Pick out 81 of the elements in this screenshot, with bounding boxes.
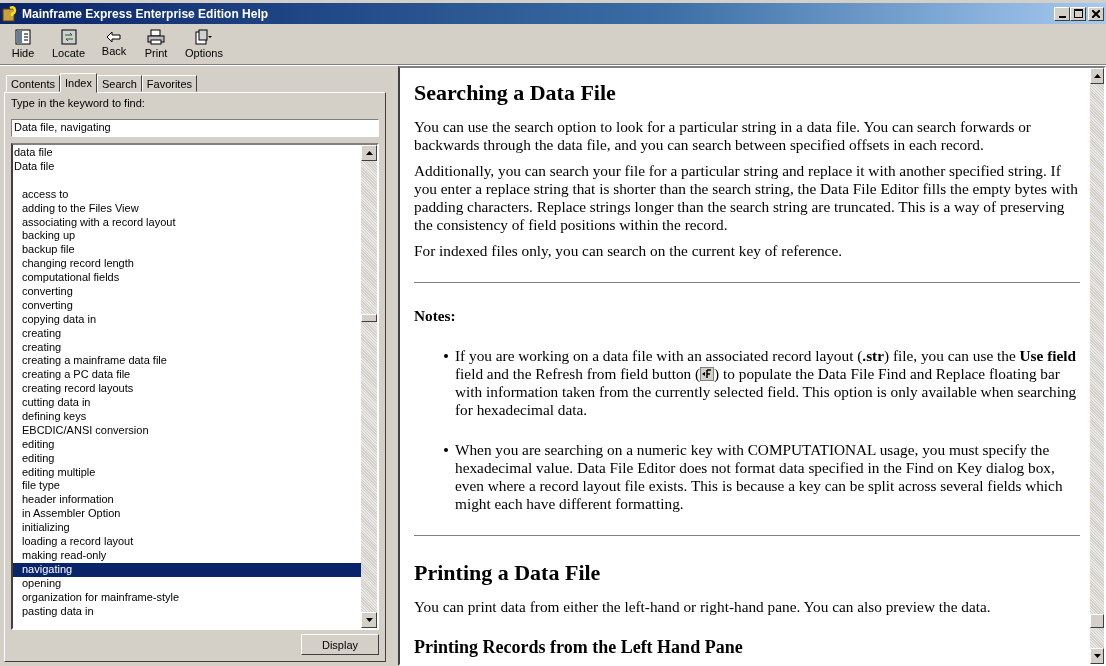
tab[interactable]: Contents: [6, 75, 61, 92]
paragraph: You can print data from either the left-hand or right-hand pane. You can also preview the data.: [414, 598, 992, 616]
options-icon: [195, 29, 213, 45]
index-entry[interactable]: initializing: [13, 521, 361, 536]
index-entry[interactable]: pasting data in: [13, 604, 361, 619]
index-entry[interactable]: backup file: [13, 243, 361, 258]
index-entry[interactable]: adding to the Files View: [13, 201, 361, 216]
index-entry[interactable]: backing up: [13, 229, 361, 244]
down-triangle-icon: [1093, 654, 1101, 658]
tab[interactable]: Index: [60, 73, 97, 93]
bullet-icon: [444, 448, 448, 452]
options-button[interactable]: Options: [179, 29, 229, 59]
index-entry[interactable]: making read-only: [13, 548, 361, 563]
printer-icon: [147, 29, 166, 45]
index-entry[interactable]: changing record length: [13, 257, 361, 272]
minimize-button[interactable]: [1054, 6, 1070, 21]
index-entry[interactable]: Data file: [13, 159, 361, 174]
index-entry[interactable]: in Assembler Option: [13, 507, 361, 522]
note-text: When you are searching on a numeric key with COMPUTATIONAL usage, you must specify the hexadecimal value. Data File Editor does not format data specified in the Find on Key dialog box, even where a record layout file exists. This is because a key can be split across several fields which might each have different formatting.: [455, 441, 1064, 513]
sync-icon: [60, 29, 77, 45]
paragraph: You can use the search option to look for a particular string in a data file. You can search forwards or backwards through the data file, and you can search between specified offsets in each record.: [414, 118, 1032, 154]
index-entry[interactable]: creating: [13, 340, 361, 355]
index-entry[interactable]: header information: [13, 493, 361, 508]
index-entry[interactable]: editing: [13, 437, 361, 452]
index-entry[interactable]: creating: [13, 326, 361, 341]
index-entry[interactable]: navigating: [13, 562, 361, 577]
topic-heading: Searching a Data File: [414, 80, 617, 106]
close-icon: [1092, 9, 1100, 18]
bullet-icon: [444, 354, 448, 358]
index-entry[interactable]: data file: [13, 146, 361, 160]
paragraph: Additionally, you can search your file for a particular string and replace it with another specified string. If you enter a replace string that is shorter than the search string, the Data File Editor fills the empty bytes with padding characters. Replace strings longer than the search string are truncated. This is a way of preserving the consistency of field positions within the record.: [414, 162, 1079, 234]
scroll-down-button[interactable]: [361, 612, 377, 628]
display-button[interactable]: Display: [301, 634, 379, 655]
scrollbar-thumb[interactable]: [1090, 614, 1104, 629]
index-entry[interactable]: cutting data in: [13, 396, 361, 411]
back-arrow-icon: [106, 31, 123, 43]
index-entry[interactable]: creating a mainframe data file: [13, 354, 361, 369]
index-entry[interactable]: defining keys: [13, 410, 361, 424]
up-triangle-icon: [365, 151, 373, 155]
index-entry[interactable]: loading a record layout: [13, 535, 361, 549]
index-entry[interactable]: opening: [13, 576, 361, 591]
print-button[interactable]: Print: [137, 29, 176, 59]
window-title: Mainframe Express Enterprise Edition Help: [22, 6, 269, 21]
index-entry[interactable]: creating a PC data file: [13, 368, 361, 383]
keyword-field[interactable]: Data file, navigating: [11, 119, 379, 137]
index-entry[interactable]: access to: [13, 187, 361, 202]
pane-icon: [15, 29, 31, 45]
up-triangle-icon: [1093, 74, 1101, 78]
section-heading: Printing Records from the Left Hand Pane: [414, 636, 744, 658]
notes-heading: Notes:: [414, 307, 457, 325]
scroll-down-button[interactable]: [1090, 648, 1104, 664]
close-button[interactable]: [1088, 6, 1104, 21]
index-entry[interactable]: editing multiple: [13, 465, 361, 480]
scrollbar-thumb[interactable]: [361, 314, 377, 323]
index-entry[interactable]: EBCDIC/ANSI conversion: [13, 423, 361, 438]
paragraph: For indexed files only, you can search on the current key of reference.: [414, 242, 843, 260]
down-triangle-icon: [365, 618, 373, 622]
index-entry[interactable]: editing: [13, 451, 361, 466]
locate-button[interactable]: Locate: [46, 29, 92, 59]
index-entry[interactable]: converting: [13, 298, 361, 313]
note-text: If you are working on a data file with an associated record layout (.str) file, you can use the Use field field and the Refresh from field button ( ) to populate the Data File Find and Replace floating bar with information taken from the currently selected field. This option is only available when searching for hexadecimal data.: [455, 347, 1078, 419]
hide-button[interactable]: Hide: [4, 29, 42, 59]
help-book-icon: [2, 5, 18, 22]
maximize-icon: [1073, 9, 1083, 18]
index-entry[interactable]: organization for mainframe-style: [13, 590, 361, 605]
index-entry[interactable]: converting: [13, 285, 361, 299]
maximize-button[interactable]: [1070, 6, 1086, 21]
minimize-icon: [1058, 15, 1066, 18]
index-entry[interactable]: creating record layouts: [13, 382, 361, 397]
index-entry[interactable]: computational fields: [13, 271, 361, 285]
tab[interactable]: Favorites: [141, 75, 198, 92]
topic-heading: Printing a Data File: [414, 560, 602, 586]
scroll-up-button[interactable]: [361, 145, 377, 161]
index-entry[interactable]: file type: [13, 479, 361, 494]
keyword-label: Type in the keyword to find:: [11, 97, 146, 109]
index-entry[interactable]: copying data in: [13, 312, 361, 327]
refresh-field-icon: [700, 367, 715, 381]
tab[interactable]: Search: [96, 75, 142, 92]
scroll-up-button[interactable]: [1090, 68, 1104, 84]
index-entry[interactable]: associating with a record layout: [13, 215, 361, 230]
back-button[interactable]: Back: [95, 31, 134, 57]
